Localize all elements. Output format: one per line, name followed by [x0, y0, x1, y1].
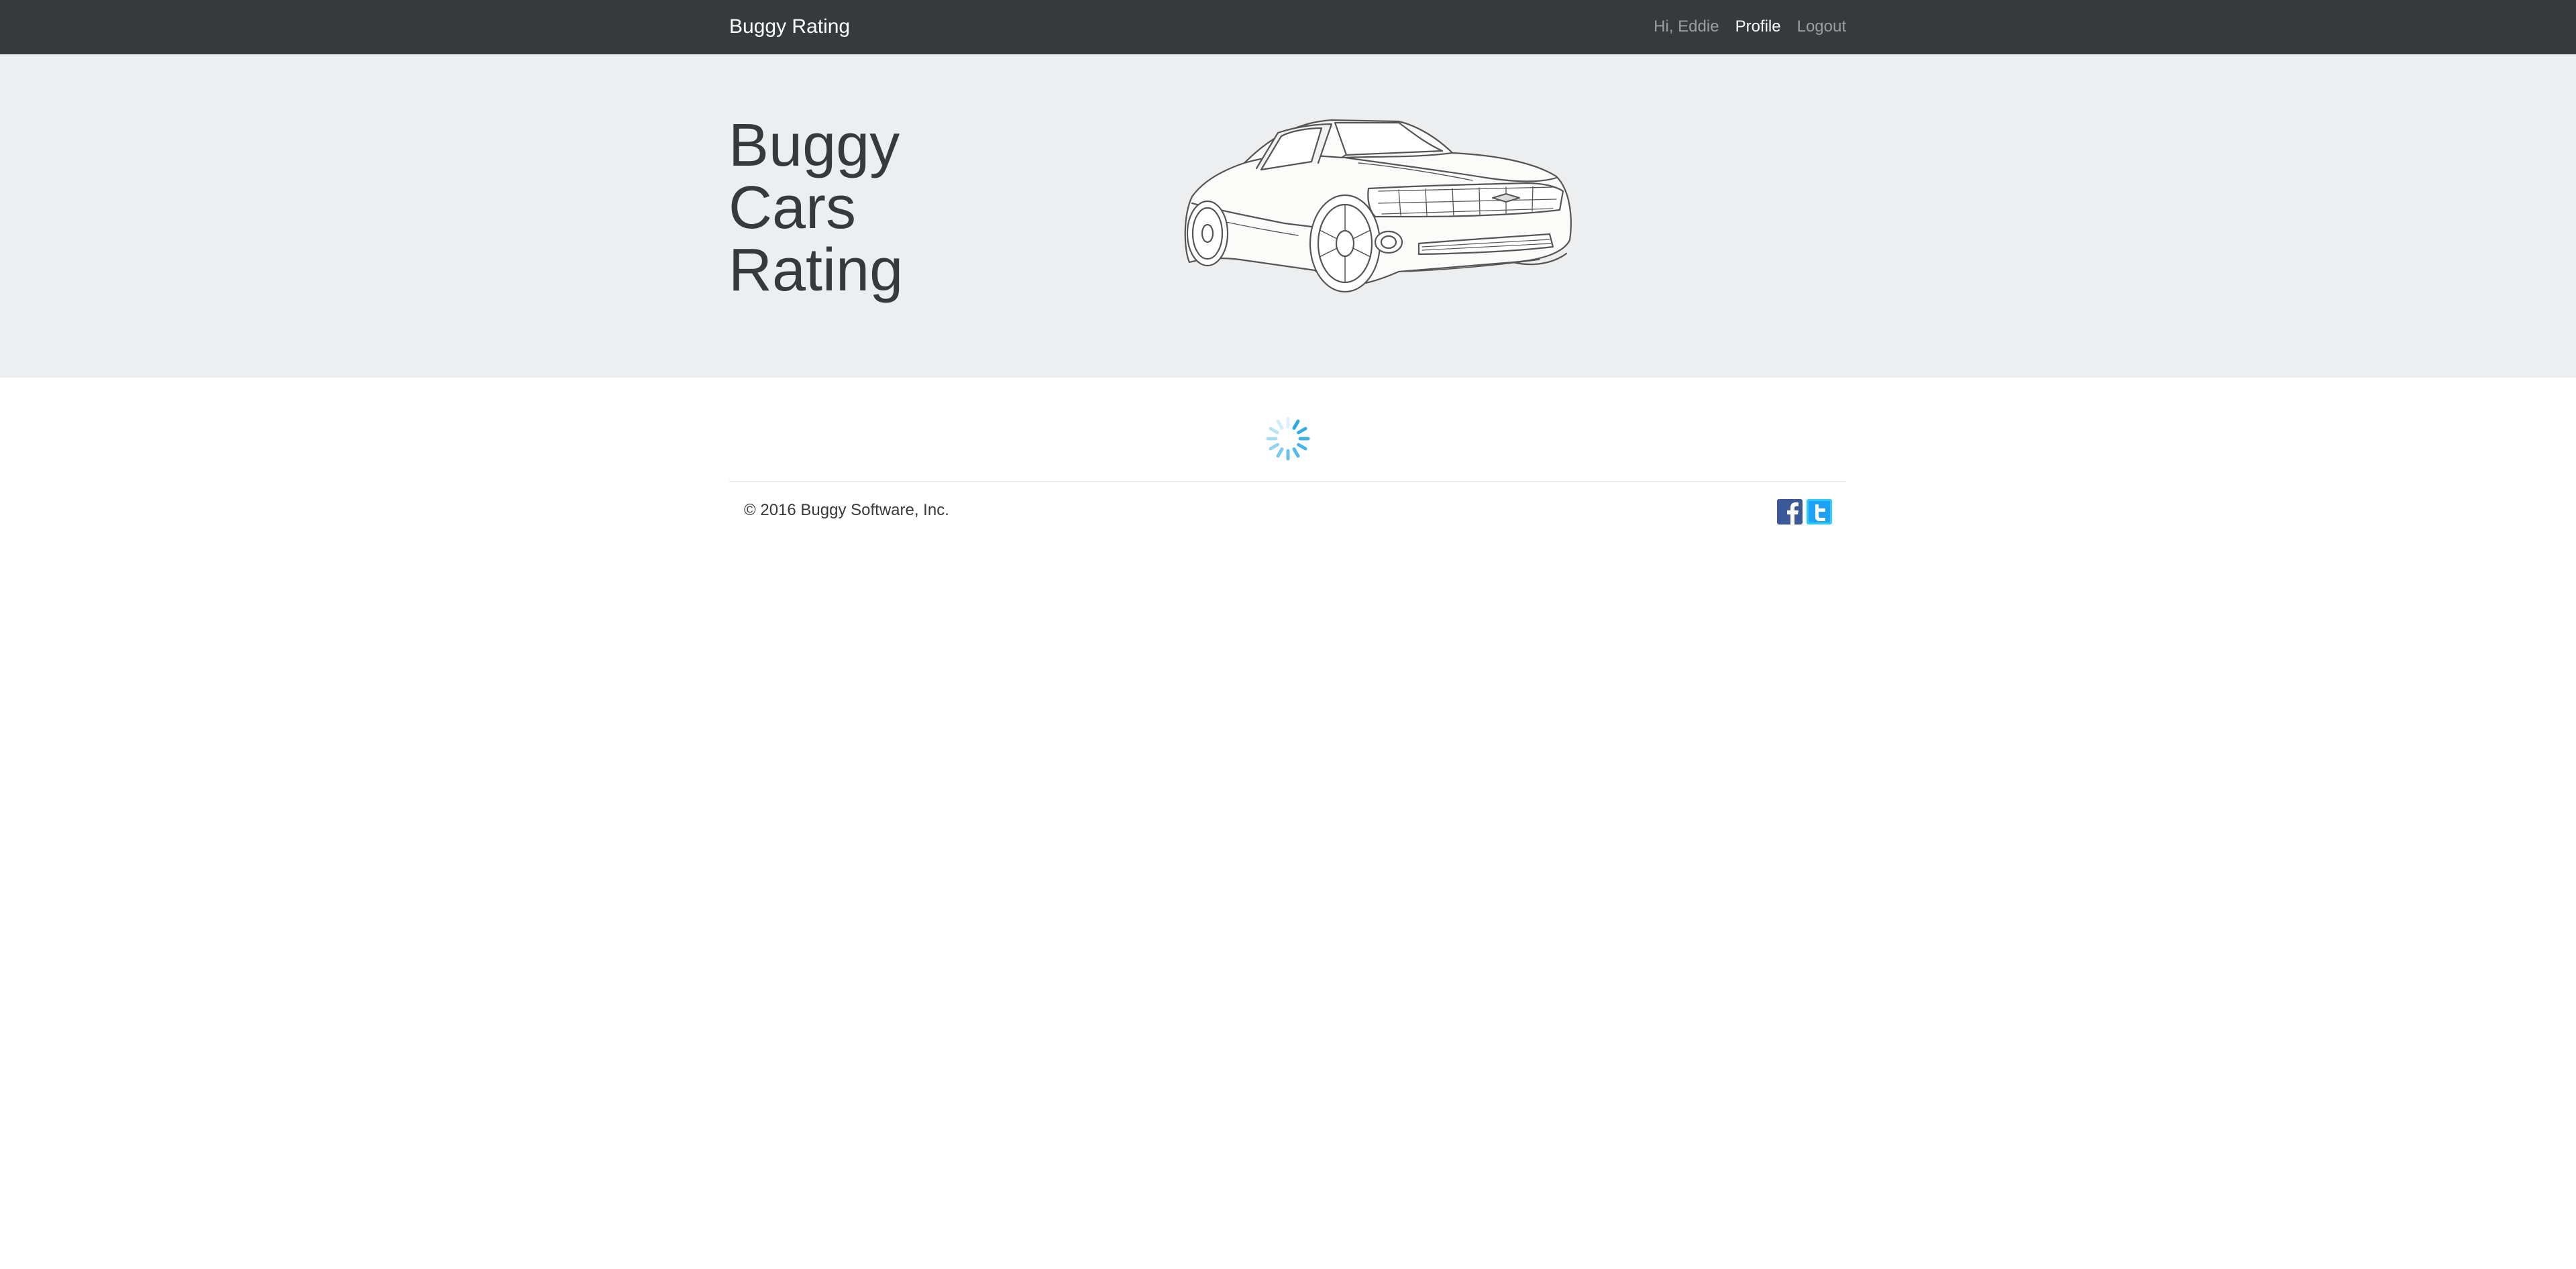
nav-items: Hi, Eddie Profile Logout: [1654, 15, 1846, 39]
car-illustration: [1184, 119, 1572, 293]
hero-title-line-3: Rating: [729, 237, 904, 304]
logout-link[interactable]: Logout: [1797, 15, 1846, 39]
hero-title-line-1: Buggy: [729, 112, 900, 179]
hero-title-line-2: Cars: [729, 174, 857, 241]
hero-title: Buggy Cars Rating: [729, 115, 903, 302]
copyright-text: © 2016 Buggy Software, Inc.: [744, 501, 949, 519]
user-greeting: Hi, Eddie: [1654, 17, 1719, 36]
footer-divider: [729, 481, 1846, 482]
hero-banner: Buggy Cars Rating: [0, 54, 2576, 378]
facebook-icon[interactable]: [1777, 499, 1803, 525]
brand-link[interactable]: Buggy Rating: [729, 15, 850, 39]
social-links: [1777, 499, 1832, 525]
profile-link[interactable]: Profile: [1735, 15, 1781, 39]
loading-spinner-icon: [1266, 417, 1310, 461]
top-navbar: Buggy Rating Hi, Eddie Profile Logout: [0, 0, 2576, 54]
twitter-icon[interactable]: [1807, 499, 1832, 525]
